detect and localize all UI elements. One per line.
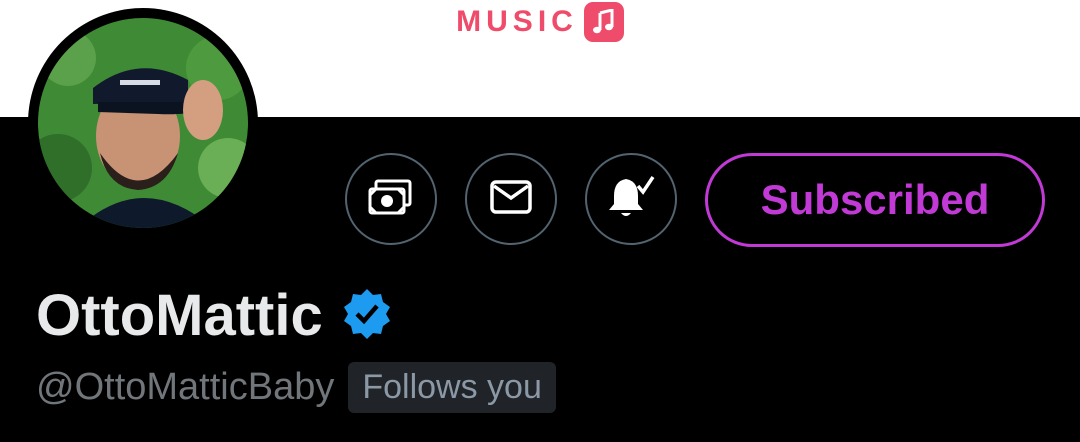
money-icon — [367, 177, 415, 222]
profile-avatar[interactable] — [28, 8, 258, 238]
handle-row: @OttoMatticBaby Follows you — [36, 362, 556, 413]
tip-button[interactable] — [345, 153, 437, 245]
message-button[interactable] — [465, 153, 557, 245]
display-name: OttoMattic — [36, 283, 323, 348]
music-note-icon — [583, 2, 624, 42]
follows-you-badge: Follows you — [348, 362, 556, 413]
verified-badge-icon[interactable] — [341, 287, 393, 344]
bell-check-icon — [606, 174, 656, 225]
user-handle: @OttoMatticBaby — [36, 366, 335, 408]
name-row: OttoMattic — [36, 282, 393, 349]
subscribed-button[interactable]: Subscribed — [705, 153, 1045, 247]
notifications-button[interactable] — [585, 153, 677, 245]
mail-icon — [489, 179, 533, 220]
subscribed-label: Subscribed — [760, 176, 990, 223]
brand-text: MUSIC — [456, 5, 578, 38]
